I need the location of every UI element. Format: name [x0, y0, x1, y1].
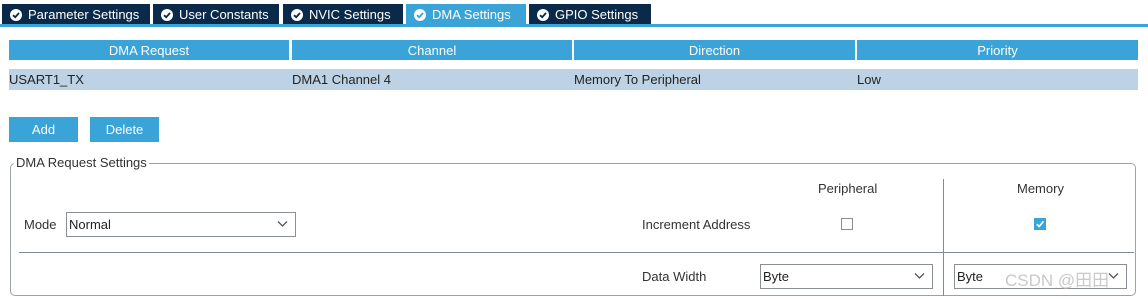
- mode-label: Mode: [24, 217, 57, 232]
- tab-label: User Constants: [179, 7, 269, 22]
- check-circle-icon: [537, 8, 549, 21]
- watermark: CSDN @田田: [1005, 271, 1110, 290]
- column-divider: [943, 179, 944, 296]
- mode-select[interactable]: Normal: [66, 212, 296, 237]
- cell-direction: Memory To Peripheral: [574, 72, 701, 87]
- tab-nvic-settings[interactable]: NVIC Settings: [283, 4, 403, 25]
- tab-dma-settings[interactable]: DMA Settings: [406, 4, 526, 25]
- chevron-down-icon: [277, 221, 288, 227]
- section-divider: [19, 252, 1134, 253]
- check-circle-icon: [291, 8, 303, 21]
- column-header-channel[interactable]: Channel: [292, 40, 572, 60]
- data-width-label: Data Width: [642, 269, 707, 284]
- column-header-priority[interactable]: Priority: [857, 40, 1138, 60]
- check-icon: [1036, 220, 1045, 228]
- tab-label: GPIO Settings: [555, 7, 639, 22]
- mode-value: Normal: [69, 217, 111, 232]
- group-title: DMA Request Settings: [14, 155, 149, 170]
- peripheral-data-width-select[interactable]: Byte: [760, 264, 933, 289]
- peripheral-increment-checkbox[interactable]: [841, 218, 853, 230]
- tab-gpio-settings[interactable]: GPIO Settings: [529, 4, 651, 25]
- peripheral-data-width-value: Byte: [763, 269, 790, 284]
- column-header-direction[interactable]: Direction: [574, 40, 855, 60]
- memory-column-header: Memory: [1017, 181, 1064, 196]
- check-circle-icon: [161, 8, 173, 21]
- check-circle-icon: [10, 8, 22, 21]
- tab-underline: [0, 24, 1148, 27]
- dma-table-header: DMA Request Channel Direction Priority: [9, 40, 1138, 60]
- tab-label: DMA Settings: [432, 7, 511, 22]
- cell-dma-request: USART1_TX: [9, 72, 84, 87]
- chevron-down-icon: [914, 273, 925, 279]
- column-header-dma-request[interactable]: DMA Request: [9, 40, 289, 60]
- cell-priority: Low: [857, 72, 881, 87]
- add-button[interactable]: Add: [9, 117, 78, 142]
- delete-button[interactable]: Delete: [90, 117, 159, 142]
- tab-parameter-settings[interactable]: Parameter Settings: [2, 4, 150, 25]
- tab-label: NVIC Settings: [309, 7, 391, 22]
- tab-bar: Parameter Settings User Constants NVIC S…: [0, 0, 1148, 28]
- peripheral-column-header: Peripheral: [818, 181, 878, 196]
- table-row[interactable]: USART1_TX DMA1 Channel 4 Memory To Perip…: [9, 69, 1138, 90]
- memory-data-width-value: Byte: [957, 269, 984, 284]
- check-circle-icon: [414, 8, 426, 21]
- tab-label: Parameter Settings: [28, 7, 140, 22]
- memory-increment-checkbox[interactable]: [1034, 218, 1046, 230]
- tab-user-constants[interactable]: User Constants: [153, 4, 279, 25]
- cell-channel: DMA1 Channel 4: [292, 72, 391, 87]
- increment-address-label: Increment Address: [642, 217, 751, 232]
- chevron-down-icon: [1108, 273, 1119, 279]
